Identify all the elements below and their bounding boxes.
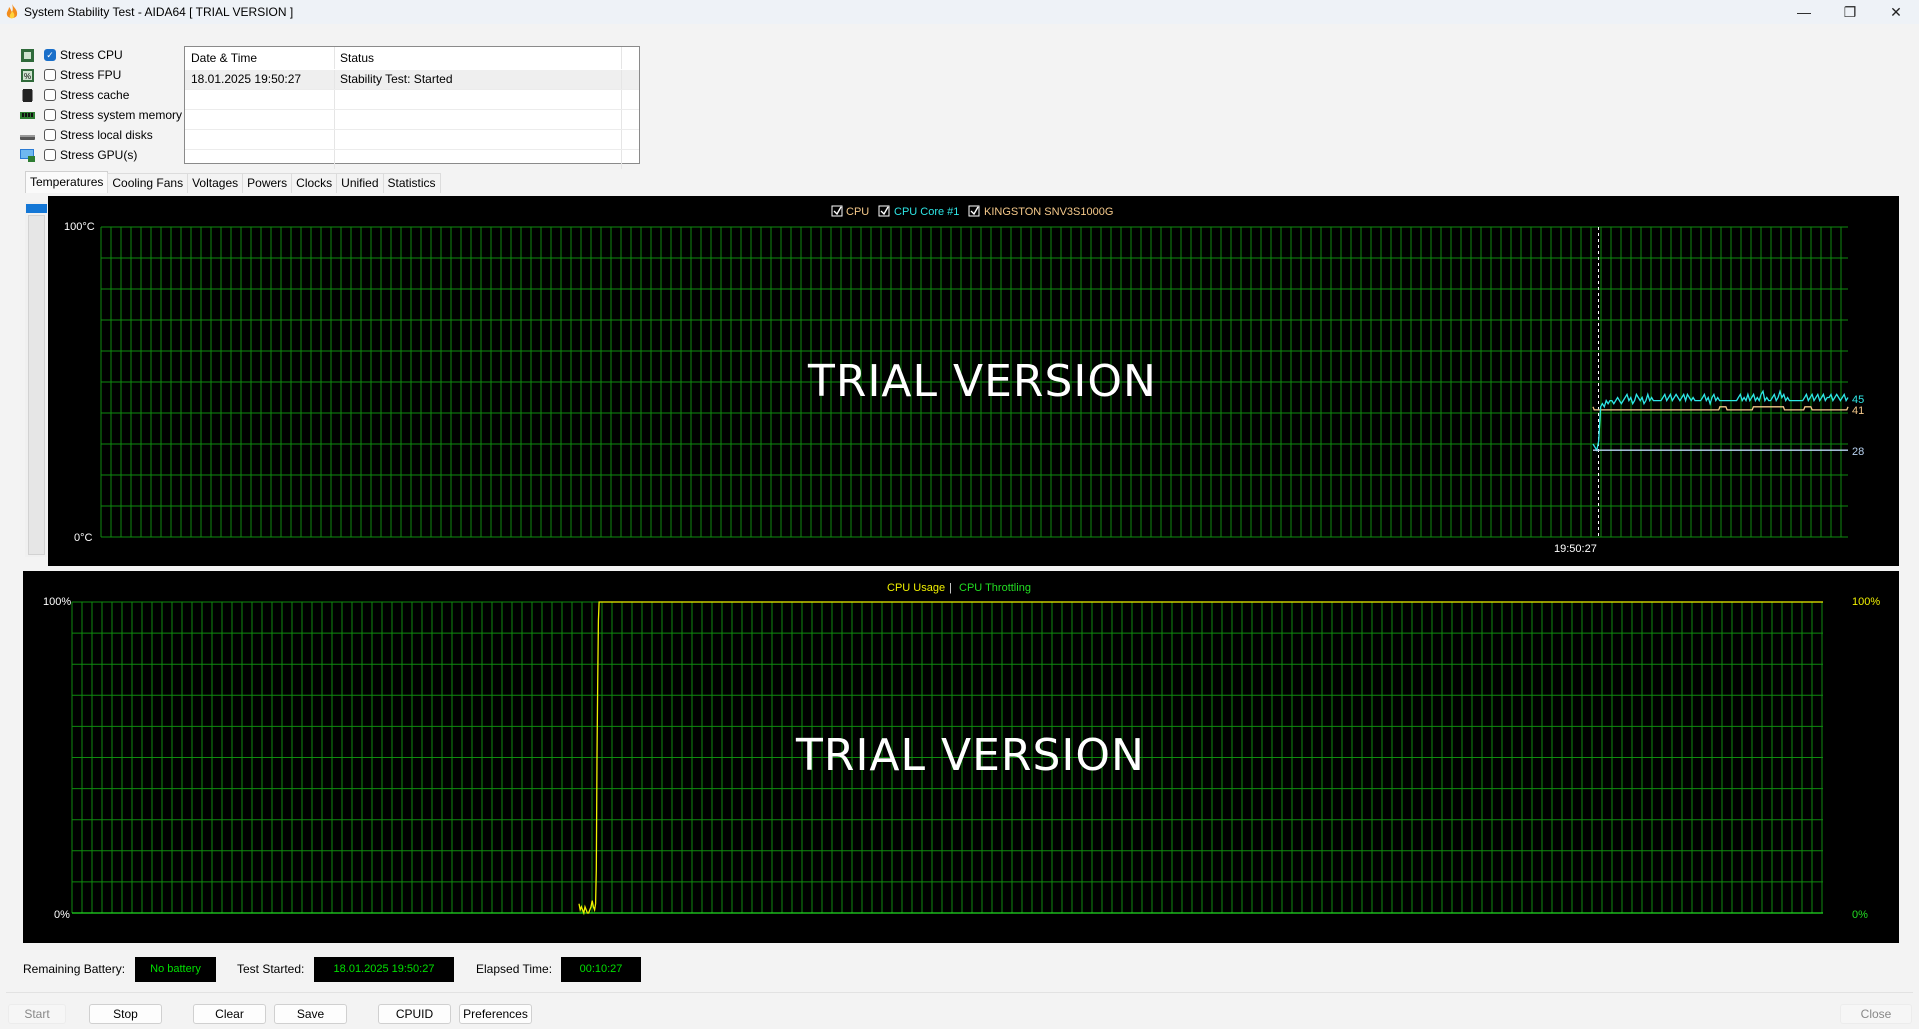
y-axis-min-label: 0°C xyxy=(74,532,93,544)
close-icon: ✕ xyxy=(1890,3,1902,20)
battery-value: No battery xyxy=(135,957,216,982)
y-axis-max-label: 100°C xyxy=(64,221,95,233)
title-bar: System Stability Test - AIDA64 [ TRIAL V… xyxy=(0,0,1919,24)
y-axis-left-max-label: 100% xyxy=(43,596,71,608)
stress-fpu-checkbox[interactable] xyxy=(44,69,56,81)
gpu-monitor-icon xyxy=(20,148,35,162)
tab-cooling-fans[interactable]: Cooling Fans xyxy=(107,173,189,193)
fpu-percent-icon: % xyxy=(20,68,35,82)
current-value-cpu: 41 xyxy=(1852,405,1864,417)
stress-cache-label: Stress cache xyxy=(60,88,130,102)
log-datetime: 18.01.2025 19:50:27 xyxy=(185,70,335,89)
stress-disks-label: Stress local disks xyxy=(60,128,153,142)
y-axis-right-max-label: 100% xyxy=(1852,596,1880,608)
elapsed-time-value: 00:10:27 xyxy=(561,957,641,982)
stress-gpu-label: Stress GPU(s) xyxy=(60,148,138,162)
column-header-status[interactable]: Status xyxy=(335,47,622,69)
log-row-empty xyxy=(185,130,639,150)
column-header-datetime[interactable]: Date & Time xyxy=(185,47,335,69)
maximize-button[interactable]: ❐ xyxy=(1827,0,1873,24)
legend-item-cpu[interactable]: CPU xyxy=(831,205,869,218)
cpu-chip-icon xyxy=(20,48,35,62)
cpu-usage-legend: CPU Usage | CPU Throttling xyxy=(887,582,1031,594)
sensor-scrollbar[interactable] xyxy=(25,202,47,557)
minimize-button[interactable]: — xyxy=(1781,0,1827,24)
legend-label-kingston: KINGSTON SNV3S1000G xyxy=(984,206,1113,218)
cache-chip-icon xyxy=(20,88,35,102)
cpu-usage-chart-panel: CPU Usage | CPU Throttling 100% 0% 100% … xyxy=(23,571,1899,943)
stress-memory-option[interactable]: Stress system memory xyxy=(20,105,182,125)
stress-gpu-option[interactable]: Stress GPU(s) xyxy=(20,145,182,165)
log-row[interactable]: 18.01.2025 19:50:27 Stability Test: Star… xyxy=(185,70,639,90)
y-axis-left-min-label: 0% xyxy=(54,909,70,921)
window-title: System Stability Test - AIDA64 [ TRIAL V… xyxy=(24,5,294,19)
cpu-usage-grid xyxy=(71,601,1823,914)
minimize-icon: — xyxy=(1797,4,1811,20)
legend-separator: | xyxy=(949,582,952,594)
test-started-label: Test Started: xyxy=(237,962,305,976)
tab-powers[interactable]: Powers xyxy=(242,173,293,193)
test-started-value: 18.01.2025 19:50:27 xyxy=(314,957,454,982)
legend-label-cpu-core-1: CPU Core #1 xyxy=(894,206,959,218)
scrollbar-indicator xyxy=(26,204,47,213)
stress-cpu-option[interactable]: ✓ Stress CPU xyxy=(20,45,182,65)
cpu-usage-chart: CPU Usage | CPU Throttling 100% 0% 100% … xyxy=(43,582,1880,921)
log-row-empty xyxy=(185,90,639,110)
svg-text:%: % xyxy=(24,72,31,81)
stress-gpu-checkbox[interactable] xyxy=(44,149,56,161)
log-header: Date & Time Status xyxy=(185,47,639,70)
legend-label-cpu-usage: CPU Usage xyxy=(887,582,945,594)
stress-cache-checkbox[interactable] xyxy=(44,89,56,101)
tab-temperatures[interactable]: Temperatures xyxy=(25,171,109,193)
sensor-tabs: Temperatures Cooling Fans Voltages Power… xyxy=(25,171,441,193)
temperature-legend: CPU CPU Core #1 KINGSTON SNV3S1000G xyxy=(831,205,1113,218)
stress-disks-checkbox[interactable] xyxy=(44,129,56,141)
stress-fpu-option[interactable]: % Stress FPU xyxy=(20,65,182,85)
cpuid-button[interactable]: CPUID xyxy=(378,1004,451,1024)
scrollbar-track[interactable] xyxy=(28,215,45,555)
battery-label: Remaining Battery: xyxy=(23,962,126,976)
save-button[interactable]: Save xyxy=(274,1004,347,1024)
log-row-empty xyxy=(185,110,639,130)
legend-item-kingston[interactable]: KINGSTON SNV3S1000G xyxy=(968,205,1113,218)
clear-button[interactable]: Clear xyxy=(193,1004,266,1024)
x-time-marker-label: 19:50:27 xyxy=(1554,543,1597,555)
disk-drive-icon xyxy=(20,129,35,142)
legend-label-cpu-throttling: CPU Throttling xyxy=(959,582,1031,594)
elapsed-time-label: Elapsed Time: xyxy=(476,962,553,976)
stress-fpu-label: Stress FPU xyxy=(60,68,122,82)
preferences-button[interactable]: Preferences xyxy=(459,1004,532,1024)
log-row-empty xyxy=(185,150,639,169)
stress-cpu-checkbox[interactable]: ✓ xyxy=(44,49,56,61)
close-button[interactable]: Close xyxy=(1840,1004,1912,1024)
temperature-grid xyxy=(100,226,1848,538)
flame-icon xyxy=(6,4,18,19)
memory-module-icon xyxy=(20,109,35,122)
temperature-chart: CPU CPU Core #1 KINGSTON SNV3S1000G 100°… xyxy=(64,205,1864,555)
y-axis-right-min-label: 0% xyxy=(1852,909,1868,921)
legend-label-cpu: CPU xyxy=(846,206,869,218)
log-status: Stability Test: Started xyxy=(335,70,622,89)
tab-statistics[interactable]: Statistics xyxy=(382,173,441,193)
temperature-chart-panel: CPU CPU Core #1 KINGSTON SNV3S1000G 100°… xyxy=(48,196,1899,566)
legend-item-cpu-core-1[interactable]: CPU Core #1 xyxy=(878,205,959,218)
tab-unified[interactable]: Unified xyxy=(336,173,384,193)
tab-clocks[interactable]: Clocks xyxy=(291,173,338,193)
stress-options: ✓ Stress CPU % Stress FPU Stress cache S… xyxy=(20,45,182,165)
tab-voltages[interactable]: Voltages xyxy=(187,173,244,193)
start-button[interactable]: Start xyxy=(8,1004,66,1024)
stress-cache-option[interactable]: Stress cache xyxy=(20,85,182,105)
restore-icon: ❐ xyxy=(1843,3,1857,20)
current-value-kingston: 28 xyxy=(1852,446,1864,458)
stress-memory-checkbox[interactable] xyxy=(44,109,56,121)
close-window-button[interactable]: ✕ xyxy=(1873,0,1919,24)
stop-button[interactable]: Stop xyxy=(89,1004,162,1024)
stress-disks-option[interactable]: Stress local disks xyxy=(20,125,182,145)
stress-cpu-label: Stress CPU xyxy=(60,48,123,62)
stress-memory-label: Stress system memory xyxy=(60,108,183,122)
event-log-table[interactable]: Date & Time Status 18.01.2025 19:50:27 S… xyxy=(184,46,640,169)
